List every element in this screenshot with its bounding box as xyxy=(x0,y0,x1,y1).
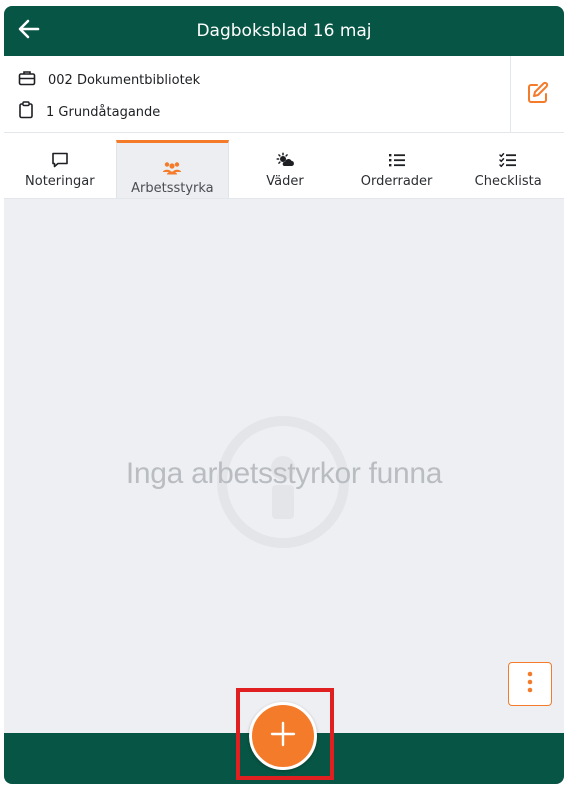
tab-vader[interactable]: Väder xyxy=(229,133,341,198)
edit-icon xyxy=(526,81,550,109)
checklist-icon xyxy=(499,151,517,169)
tab-arbetsstyrka[interactable]: Arbetsstyrka xyxy=(115,140,230,198)
top-bar: Dagboksblad 16 maj xyxy=(4,6,564,56)
briefcase-icon xyxy=(18,70,36,90)
tab-label: Väder xyxy=(266,174,304,189)
tab-label: Arbetsstyrka xyxy=(131,181,214,196)
clipboard-icon xyxy=(18,101,34,123)
tab-label: Noteringar xyxy=(25,174,95,189)
app-frame: Dagboksblad 16 maj 002 Dokumentbibliotek… xyxy=(4,6,564,784)
more-options-button[interactable] xyxy=(508,662,552,706)
plus-icon xyxy=(270,721,296,751)
project-row: 002 Dokumentbibliotek xyxy=(18,70,200,90)
tab-checklista[interactable]: Checklista xyxy=(452,133,564,198)
empty-state-message: Inga arbetsstyrkor funna xyxy=(125,457,443,490)
tab-label: Checklista xyxy=(474,174,542,189)
info-panel: 002 Dokumentbibliotek 1 Grundåtagande xyxy=(4,56,564,133)
edit-button[interactable] xyxy=(510,56,564,133)
stage-label: 1 Grundåtagande xyxy=(46,104,161,120)
tab-orderrader[interactable]: Orderrader xyxy=(341,133,453,198)
tab-noteringar[interactable]: Noteringar xyxy=(4,133,116,198)
comment-icon xyxy=(51,151,69,169)
workforce-content: Inga arbetsstyrkor funna xyxy=(4,199,564,733)
project-label: 002 Dokumentbibliotek xyxy=(48,72,201,88)
users-icon xyxy=(162,159,182,177)
stage-row: 1 Grundåtagande xyxy=(18,101,160,123)
more-vertical-icon xyxy=(527,671,533,697)
tab-label: Orderrader xyxy=(360,174,433,189)
list-icon xyxy=(388,151,406,169)
add-button[interactable] xyxy=(249,702,317,770)
page-title: Dagboksblad 16 maj xyxy=(196,21,372,41)
weather-icon xyxy=(275,151,295,169)
tab-bar: Noteringar Arbetsstyrka Väder Orderrader… xyxy=(4,133,564,199)
